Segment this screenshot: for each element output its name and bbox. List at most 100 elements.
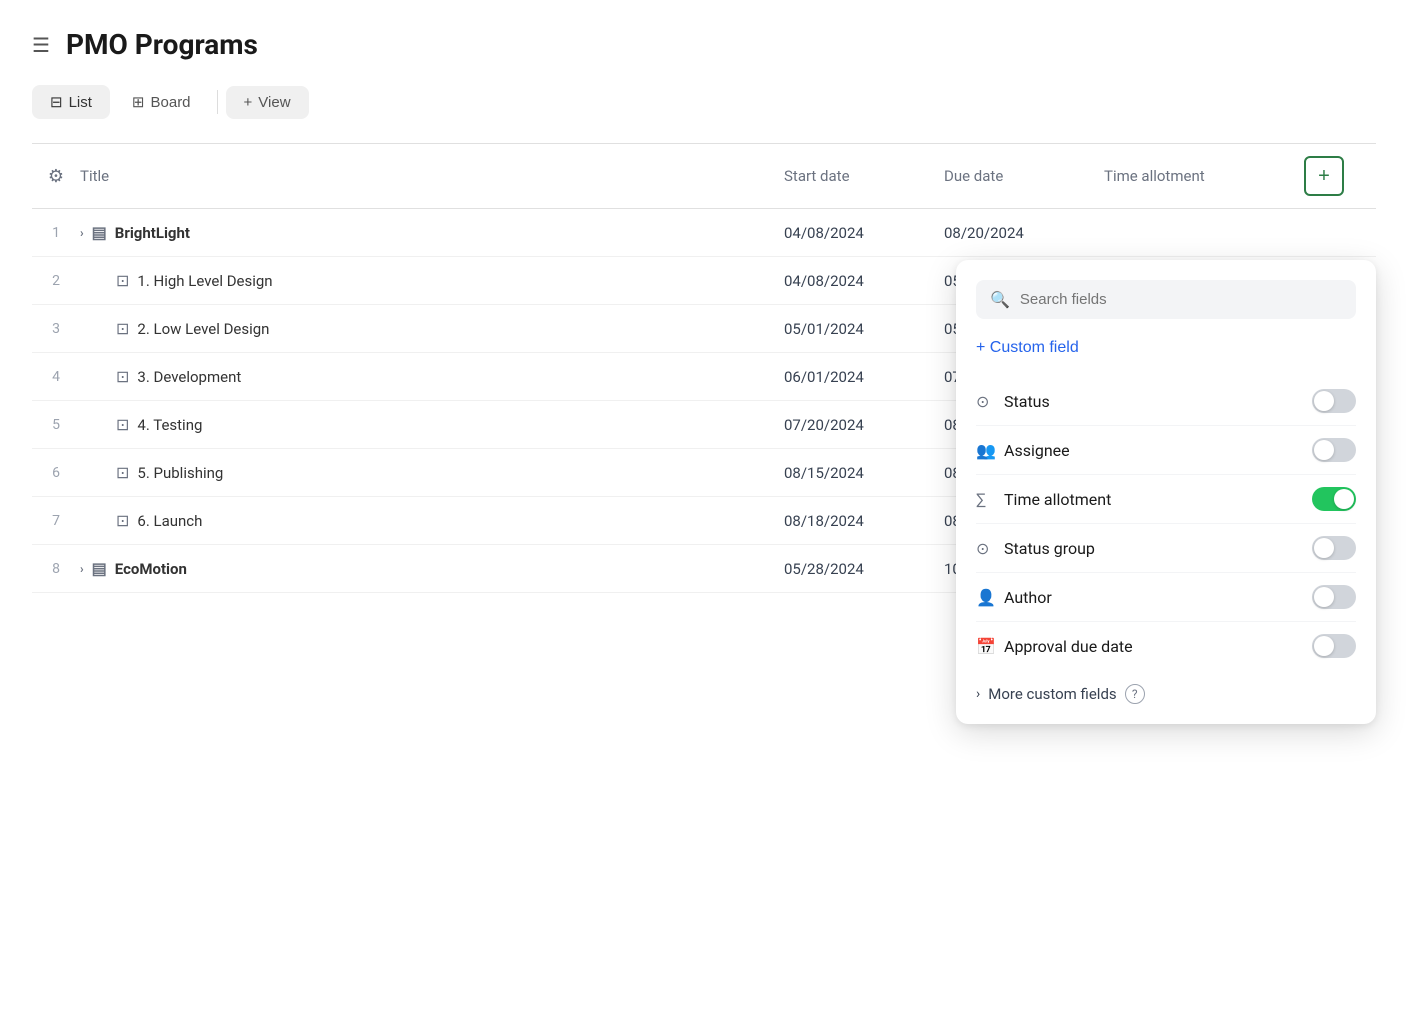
- expand-chevron-icon[interactable]: ›: [80, 562, 84, 576]
- col-time-allotment: Time allotment: [1104, 167, 1304, 185]
- toggle-thumb: [1314, 538, 1334, 558]
- field-toggle-status[interactable]: [1312, 389, 1356, 413]
- row-title-cell[interactable]: ⊡ 4. Testing: [80, 415, 784, 434]
- start-date-cell: 08/15/2024: [784, 464, 944, 482]
- field-item-approval_due_date: 📅 Approval due date: [976, 622, 1356, 670]
- row-title-cell[interactable]: ⊡ 6. Launch: [80, 511, 784, 530]
- field-type-icon: 👤: [976, 588, 1004, 607]
- start-date-cell: 04/08/2024: [784, 224, 944, 242]
- row-title-text: 1. High Level Design: [137, 272, 272, 290]
- task-icon: ▤: [92, 223, 107, 242]
- settings-icon[interactable]: ⚙: [48, 166, 64, 187]
- field-item-status_group: ⊙ Status group: [976, 524, 1356, 573]
- search-icon: 🔍: [990, 290, 1010, 309]
- field-toggle-approval_due_date[interactable]: [1312, 634, 1356, 658]
- row-title-text: 5. Publishing: [137, 464, 223, 482]
- field-label: Status group: [1004, 539, 1312, 558]
- row-title-text: BrightLight: [115, 224, 190, 242]
- table-row: 1 › ▤ BrightLight 04/08/2024 08/20/2024: [32, 209, 1376, 257]
- row-title-text: 2. Low Level Design: [137, 320, 269, 338]
- add-column-button[interactable]: +: [1304, 156, 1344, 196]
- col-due-date: Due date: [944, 167, 1104, 185]
- row-title-text: 6. Launch: [137, 512, 202, 530]
- task-icon: ⊡: [116, 367, 129, 386]
- toggle-thumb: [1314, 587, 1334, 607]
- field-toggle-status_group[interactable]: [1312, 536, 1356, 560]
- settings-icon-cell[interactable]: ⚙: [32, 166, 80, 187]
- row-title-cell[interactable]: › ▤ EcoMotion: [80, 559, 784, 578]
- task-icon: ▤: [92, 559, 107, 578]
- toggle-thumb: [1334, 489, 1354, 509]
- field-toggle-assignee[interactable]: [1312, 438, 1356, 462]
- col-title: Title: [80, 167, 784, 185]
- row-number: 1: [32, 225, 80, 241]
- board-icon: ⊞: [132, 93, 145, 111]
- row-number: 8: [32, 561, 80, 577]
- task-icon: ⊡: [116, 511, 129, 530]
- search-input[interactable]: [1020, 291, 1342, 308]
- row-title-cell[interactable]: › ▤ BrightLight: [80, 223, 784, 242]
- due-date-cell: 08/20/2024: [944, 224, 1104, 242]
- field-item-assignee: 👥 Assignee: [976, 426, 1356, 475]
- field-label: Assignee: [1004, 441, 1312, 460]
- toggle-thumb: [1314, 440, 1334, 460]
- row-title-text: 3. Development: [137, 368, 241, 386]
- row-title-text: 4. Testing: [137, 416, 202, 434]
- plus-icon: +: [244, 94, 253, 111]
- fields-dropdown-panel: 🔍 + Custom field ⊙ Status 👥 Assignee ∑ T…: [956, 260, 1376, 724]
- row-title-cell[interactable]: ⊡ 2. Low Level Design: [80, 319, 784, 338]
- toggle-thumb: [1314, 636, 1334, 656]
- row-title-cell[interactable]: ⊡ 1. High Level Design: [80, 271, 784, 290]
- table-header: ⚙ Title Start date Due date Time allotme…: [32, 144, 1376, 209]
- field-label: Status: [1004, 392, 1312, 411]
- field-item-time_allotment: ∑ Time allotment: [976, 475, 1356, 524]
- start-date-cell: 06/01/2024: [784, 368, 944, 386]
- task-icon: ⊡: [116, 415, 129, 434]
- field-type-icon: 📅: [976, 637, 1004, 656]
- task-icon: ⊡: [116, 271, 129, 290]
- tab-board[interactable]: ⊞ Board: [114, 85, 209, 119]
- row-title-cell[interactable]: ⊡ 3. Development: [80, 367, 784, 386]
- more-custom-fields[interactable]: › More custom fields ?: [976, 670, 1356, 704]
- row-number: 6: [32, 465, 80, 481]
- start-date-cell: 05/01/2024: [784, 320, 944, 338]
- start-date-cell: 04/08/2024: [784, 272, 944, 290]
- row-number: 5: [32, 417, 80, 433]
- tab-list[interactable]: ⊟ List: [32, 85, 110, 119]
- toggle-thumb: [1314, 391, 1334, 411]
- help-icon[interactable]: ?: [1125, 684, 1145, 704]
- field-item-author: 👤 Author: [976, 573, 1356, 622]
- more-custom-fields-label: More custom fields: [988, 685, 1116, 703]
- header: ☰ PMO Programs: [32, 28, 1376, 61]
- field-label: Time allotment: [1004, 490, 1312, 509]
- start-date-cell: 08/18/2024: [784, 512, 944, 530]
- task-icon: ⊡: [116, 319, 129, 338]
- row-number: 7: [32, 513, 80, 529]
- row-number: 4: [32, 369, 80, 385]
- add-column-cell[interactable]: +: [1304, 156, 1376, 196]
- field-toggle-author[interactable]: [1312, 585, 1356, 609]
- chevron-right-icon: ›: [976, 686, 980, 702]
- start-date-cell: 07/20/2024: [784, 416, 944, 434]
- field-label: Approval due date: [1004, 637, 1312, 656]
- field-type-icon: ⊙: [976, 392, 1004, 411]
- row-title-cell[interactable]: ⊡ 5. Publishing: [80, 463, 784, 482]
- row-title-text: EcoMotion: [115, 560, 187, 578]
- fields-list: ⊙ Status 👥 Assignee ∑ Time allotment ⊙ S…: [976, 377, 1356, 670]
- custom-field-button[interactable]: + Custom field: [976, 339, 1079, 357]
- field-item-status: ⊙ Status: [976, 377, 1356, 426]
- expand-chevron-icon[interactable]: ›: [80, 226, 84, 240]
- field-toggle-time_allotment[interactable]: [1312, 487, 1356, 511]
- search-box: 🔍: [976, 280, 1356, 319]
- field-label: Author: [1004, 588, 1312, 607]
- row-number: 3: [32, 321, 80, 337]
- page-title: PMO Programs: [66, 28, 258, 61]
- tab-view[interactable]: + View: [226, 86, 309, 119]
- start-date-cell: 05/28/2024: [784, 560, 944, 578]
- task-icon: ⊡: [116, 463, 129, 482]
- field-type-icon: 👥: [976, 441, 1004, 460]
- menu-icon[interactable]: ☰: [32, 33, 50, 57]
- field-type-icon: ∑: [976, 490, 1004, 509]
- row-number: 2: [32, 273, 80, 289]
- list-icon: ⊟: [50, 93, 63, 111]
